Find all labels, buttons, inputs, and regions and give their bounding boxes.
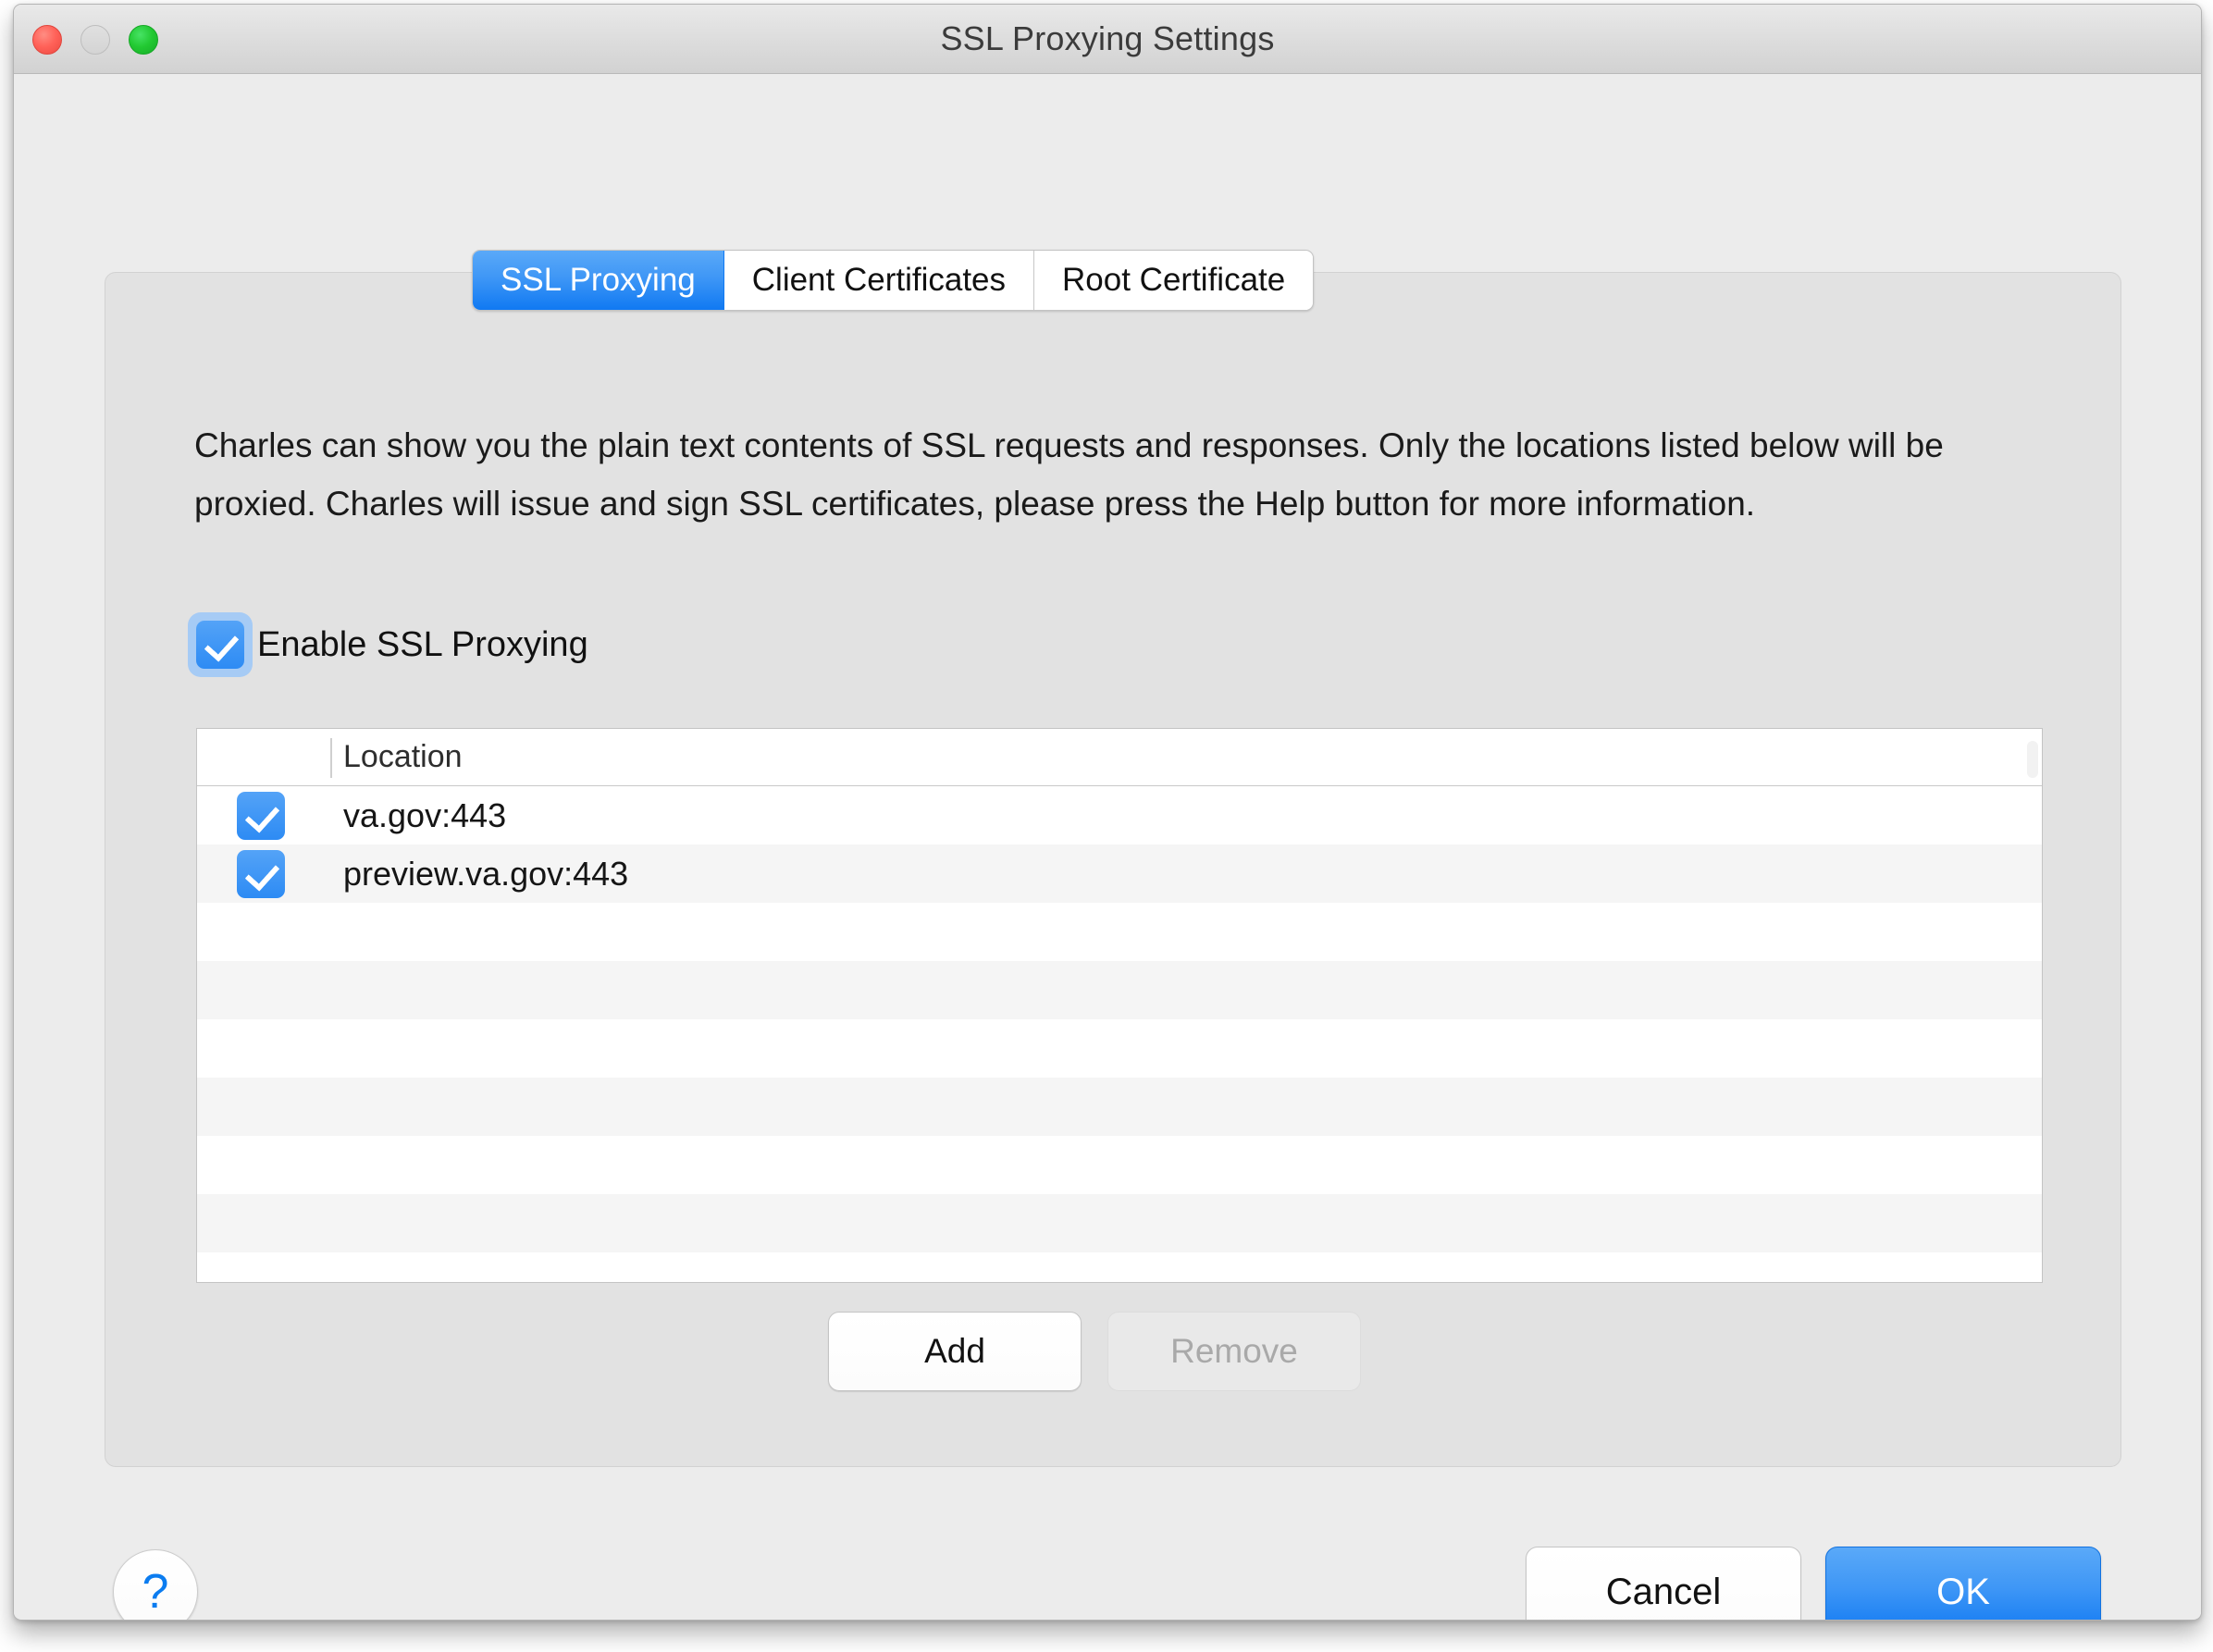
- column-header-location[interactable]: Location: [343, 729, 463, 784]
- cancel-button-label: Cancel: [1605, 1571, 1722, 1612]
- enable-ssl-proxying-checkbox[interactable]: [188, 612, 253, 677]
- table-row-empty[interactable]: [197, 1019, 2042, 1078]
- list-action-buttons: Add Remove: [828, 1312, 1361, 1391]
- tab-bar: SSL Proxying Client Certificates Root Ce…: [472, 250, 1315, 311]
- checkmark-icon: [196, 621, 244, 669]
- table-body: va.gov:443 preview.va.gov:443: [197, 786, 2042, 1252]
- row-location-label: preview.va.gov:443: [343, 854, 629, 893]
- remove-button-label: Remove: [1170, 1332, 1298, 1370]
- ok-button[interactable]: OK: [1825, 1547, 2101, 1620]
- ssl-proxying-settings-window: SSL Proxying Settings SSL Proxying Clien…: [13, 4, 2202, 1621]
- table-row-empty[interactable]: [197, 1136, 2042, 1194]
- table-header-row: Location: [197, 729, 2042, 786]
- traffic-light-group: [32, 25, 158, 55]
- help-button[interactable]: ?: [113, 1549, 198, 1620]
- row-enabled-checkbox[interactable]: [237, 849, 285, 898]
- table-row-empty[interactable]: [197, 1078, 2042, 1136]
- add-button-label: Add: [924, 1332, 985, 1370]
- remove-button[interactable]: Remove: [1107, 1312, 1361, 1391]
- tab-client-certificates[interactable]: Client Certificates: [723, 251, 1035, 310]
- table-row-empty[interactable]: [197, 903, 2042, 961]
- scrollbar-nub[interactable]: [2027, 741, 2038, 778]
- question-mark-icon: ?: [142, 1565, 169, 1619]
- minimize-button-icon[interactable]: [80, 25, 110, 55]
- window-title: SSL Proxying Settings: [940, 19, 1275, 57]
- dialog-body: SSL Proxying Client Certificates Root Ce…: [14, 74, 2201, 1620]
- row-enabled-checkbox[interactable]: [237, 791, 285, 840]
- enable-ssl-proxying-label: Enable SSL Proxying: [257, 624, 588, 664]
- ok-button-label: OK: [1936, 1571, 1990, 1612]
- tab-ssl-proxying[interactable]: SSL Proxying: [473, 251, 724, 310]
- tab-root-certificate[interactable]: Root Certificate: [1034, 251, 1314, 310]
- window-titlebar[interactable]: SSL Proxying Settings: [14, 5, 2201, 74]
- enable-ssl-proxying-row[interactable]: Enable SSL Proxying: [188, 612, 588, 677]
- description-text: Charles can show you the plain text cont…: [194, 426, 1944, 523]
- ssl-locations-table[interactable]: Location va.gov:443 preview.va.gov:443: [196, 728, 2043, 1283]
- tab-ssl-proxying-label: SSL Proxying: [501, 262, 696, 298]
- tab-root-certificate-label: Root Certificate: [1062, 262, 1286, 298]
- tab-client-certificates-label: Client Certificates: [751, 262, 1007, 298]
- maximize-button-icon[interactable]: [129, 25, 158, 55]
- table-row[interactable]: preview.va.gov:443: [197, 844, 2042, 903]
- table-row-empty[interactable]: [197, 961, 2042, 1019]
- add-button[interactable]: Add: [828, 1312, 1082, 1391]
- row-location-label: va.gov:443: [343, 795, 507, 834]
- column-divider[interactable]: [330, 738, 332, 778]
- cancel-button[interactable]: Cancel: [1526, 1547, 1801, 1620]
- table-row[interactable]: va.gov:443: [197, 786, 2042, 844]
- close-button-icon[interactable]: [32, 25, 62, 55]
- footer-buttons: Cancel OK: [1526, 1547, 2101, 1620]
- table-row-empty[interactable]: [197, 1194, 2042, 1252]
